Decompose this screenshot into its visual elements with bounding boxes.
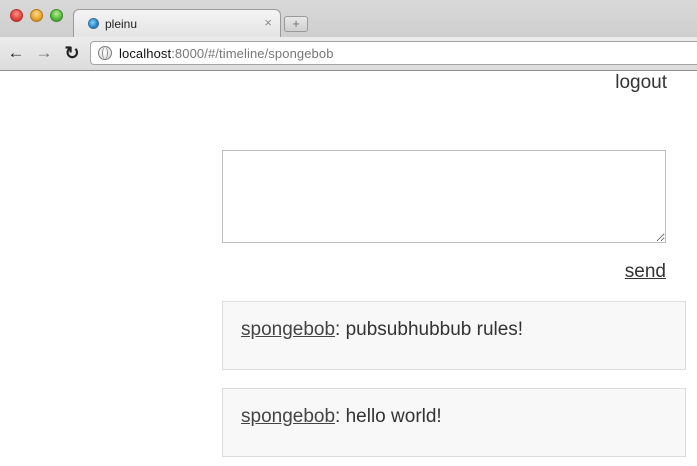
post-content: spongebob: pubsubhubbub rules!	[241, 319, 523, 341]
tab-title: pleinu	[105, 17, 138, 31]
tab-close-icon[interactable]: ×	[264, 15, 272, 30]
post-content: spongebob: hello world!	[241, 406, 442, 428]
address-bar[interactable]: localhost:8000/#/timeline/spongebob	[90, 41, 697, 65]
send-link[interactable]: send	[625, 261, 666, 283]
post-text: pubsubhubbub rules!	[345, 319, 524, 340]
post-author-link[interactable]: spongebob	[241, 406, 335, 427]
url-path: :8000/#/timeline/spongebob	[171, 46, 334, 61]
back-arrow-icon[interactable]: ←	[6, 43, 26, 63]
url-host: localhost	[119, 46, 172, 61]
timeline-post: spongebob: pubsubhubbub rules!	[222, 301, 686, 370]
forward-arrow-icon[interactable]: →	[34, 43, 54, 63]
window-maximize-icon[interactable]	[50, 9, 63, 22]
post-text: hello world!	[345, 406, 442, 427]
browser-toolbar: ← → ↻ localhost:8000/#/timeline/spongebo…	[0, 37, 697, 70]
globe-favicon-icon	[88, 18, 99, 29]
page-content: logout send spongebob: pubsubhubbub rule…	[0, 71, 697, 466]
globe-icon	[98, 46, 112, 60]
browser-tab[interactable]: pleinu ×	[73, 9, 281, 37]
post-separator: :	[335, 406, 346, 427]
window-close-icon[interactable]	[10, 9, 23, 22]
window-minimize-icon[interactable]	[30, 9, 43, 22]
compose-textarea[interactable]	[222, 150, 666, 243]
logout-link[interactable]: logout	[615, 72, 667, 94]
new-tab-button[interactable]: +	[284, 16, 308, 32]
reload-icon[interactable]: ↻	[62, 43, 82, 63]
timeline-post: spongebob: hello world!	[222, 388, 686, 457]
post-separator: :	[335, 319, 346, 340]
browser-chrome: pleinu × + ← → ↻ localhost:8000/#/timeli…	[0, 0, 697, 71]
url-text[interactable]: localhost:8000/#/timeline/spongebob	[119, 46, 334, 61]
post-author-link[interactable]: spongebob	[241, 319, 335, 340]
